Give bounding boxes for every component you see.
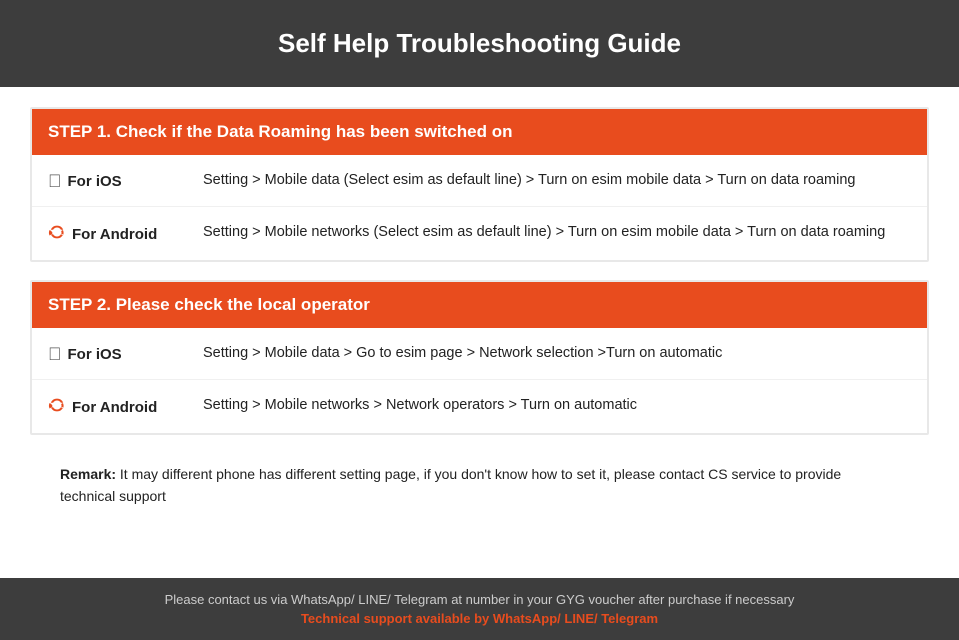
footer-main-text: Please contact us via WhatsApp/ LINE/ Te… bbox=[20, 592, 939, 607]
step2-ios-row:  For iOS Setting > Mobile data > Go to … bbox=[32, 328, 927, 380]
step2-android-instruction: Setting > Mobile networks > Network oper… bbox=[203, 394, 911, 416]
step1-ios-label:  For iOS bbox=[48, 169, 203, 192]
step1-title: STEP 1. Check if the Data Roaming has be… bbox=[48, 122, 512, 141]
remark-body: It may different phone has different set… bbox=[60, 466, 841, 504]
apple-icon:  bbox=[48, 171, 62, 192]
step1-body:  For iOS Setting > Mobile data (Select … bbox=[32, 155, 927, 260]
step1-android-row: For Android Setting > Mobile networks (S… bbox=[32, 207, 927, 260]
step1-header: STEP 1. Check if the Data Roaming has be… bbox=[32, 109, 927, 155]
footer-support-text: Technical support available by WhatsApp/… bbox=[20, 611, 939, 626]
android-icon bbox=[48, 223, 66, 246]
step2-ios-instruction: Setting > Mobile data > Go to esim page … bbox=[203, 342, 911, 364]
step2-title: STEP 2. Please check the local operator bbox=[48, 295, 370, 314]
step1-android-instruction: Setting > Mobile networks (Select esim a… bbox=[203, 221, 911, 243]
page-title: Self Help Troubleshooting Guide bbox=[20, 28, 939, 59]
remark-section: Remark: It may different phone has diffe… bbox=[30, 453, 929, 524]
page-header: Self Help Troubleshooting Guide bbox=[0, 0, 959, 87]
apple-icon-2:  bbox=[48, 344, 62, 365]
step1-android-label: For Android bbox=[48, 221, 203, 246]
remark-text: Remark: It may different phone has diffe… bbox=[60, 463, 899, 508]
step2-body:  For iOS Setting > Mobile data > Go to … bbox=[32, 328, 927, 433]
android-icon-2 bbox=[48, 396, 66, 419]
step1-ios-instruction: Setting > Mobile data (Select esim as de… bbox=[203, 169, 911, 191]
step1-ios-row:  For iOS Setting > Mobile data (Select … bbox=[32, 155, 927, 207]
step2-ios-label:  For iOS bbox=[48, 342, 203, 365]
step2-header: STEP 2. Please check the local operator bbox=[32, 282, 927, 328]
step2-android-row: For Android Setting > Mobile networks > … bbox=[32, 380, 927, 433]
page-footer: Please contact us via WhatsApp/ LINE/ Te… bbox=[0, 578, 959, 640]
main-content: STEP 1. Check if the Data Roaming has be… bbox=[0, 87, 959, 578]
step2-container: STEP 2. Please check the local operator … bbox=[30, 280, 929, 435]
remark-label: Remark: bbox=[60, 466, 116, 482]
step1-container: STEP 1. Check if the Data Roaming has be… bbox=[30, 107, 929, 262]
step2-android-label: For Android bbox=[48, 394, 203, 419]
